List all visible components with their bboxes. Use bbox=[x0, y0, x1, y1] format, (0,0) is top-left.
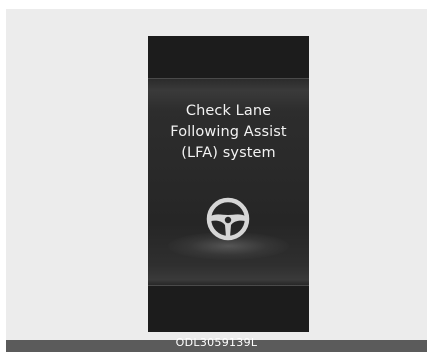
warning-message: Check Lane Following Assist (LFA) system bbox=[148, 101, 309, 164]
band-edge-top bbox=[148, 78, 309, 79]
warning-message-line-1: Check Lane bbox=[185, 103, 272, 119]
cluster-display: Check Lane Following Assist (LFA) system bbox=[148, 36, 309, 332]
figure-area: Check Lane Following Assist (LFA) system bbox=[6, 9, 427, 340]
warning-message-line-3: (LFA) system bbox=[181, 145, 276, 161]
figure-code: ODL3059139L bbox=[175, 336, 258, 349]
steering-wheel-icon bbox=[206, 197, 250, 241]
band-edge-bottom bbox=[148, 285, 309, 286]
warning-message-line-2: Following Assist bbox=[170, 124, 287, 140]
caption-bar: ODL3059139L bbox=[6, 336, 427, 352]
